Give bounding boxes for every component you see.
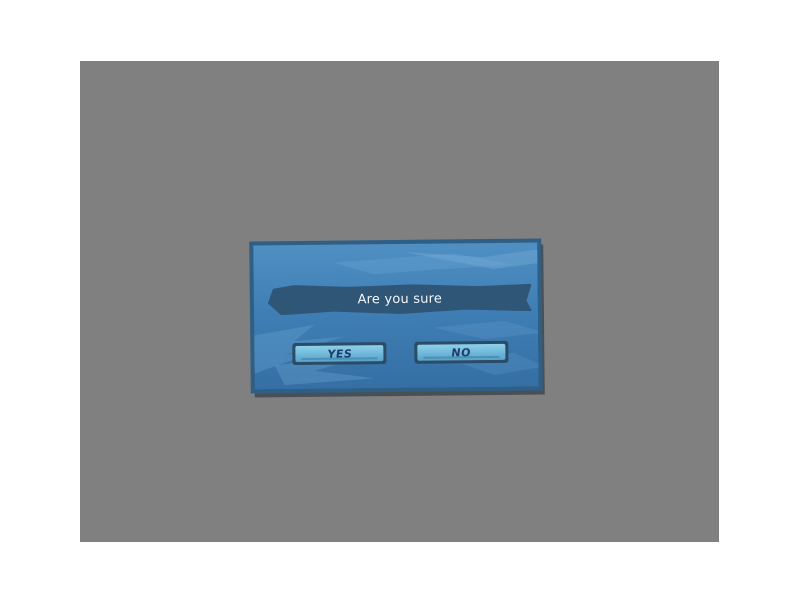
no-button-face[interactable]: NO — [417, 343, 506, 361]
confirm-dialog-container: Are you sure YES NO — [249, 238, 546, 400]
yes-button-face[interactable]: YES — [295, 345, 384, 363]
yes-button[interactable]: YES — [292, 342, 387, 366]
ice-crack-decoration — [254, 248, 543, 386]
dialog-message: Are you sure — [357, 291, 443, 307]
no-button-label: NO — [450, 345, 473, 359]
dialog-panel: Are you sure YES NO — [249, 238, 543, 394]
no-button[interactable]: NO — [414, 340, 509, 364]
yes-button-label: YES — [326, 346, 353, 361]
confirm-dialog: Are you sure YES NO — [249, 238, 543, 394]
